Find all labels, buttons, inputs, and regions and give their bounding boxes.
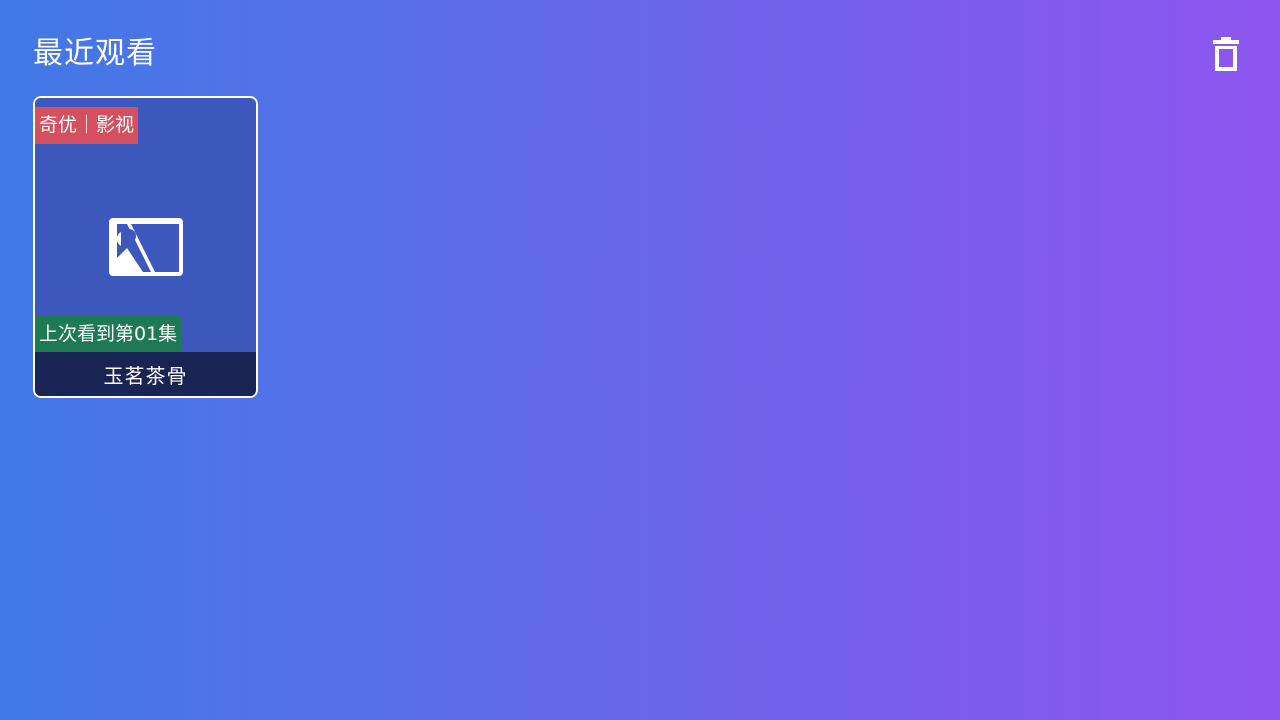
source-badge: 奇优｜影视 — [35, 107, 139, 144]
progress-badge: 上次看到第01集 — [35, 316, 182, 352]
card-title-bar: 玉茗茶骨 — [35, 352, 256, 396]
clear-history-button[interactable] — [1206, 34, 1246, 74]
page-title: 最近观看 — [33, 36, 157, 71]
trash-icon — [1213, 37, 1239, 71]
image-placeholder-icon — [109, 218, 183, 276]
history-card[interactable]: 奇优｜影视 上次看到第01集 玉茗茶骨 — [33, 96, 258, 398]
card-title: 玉茗茶骨 — [103, 363, 188, 388]
